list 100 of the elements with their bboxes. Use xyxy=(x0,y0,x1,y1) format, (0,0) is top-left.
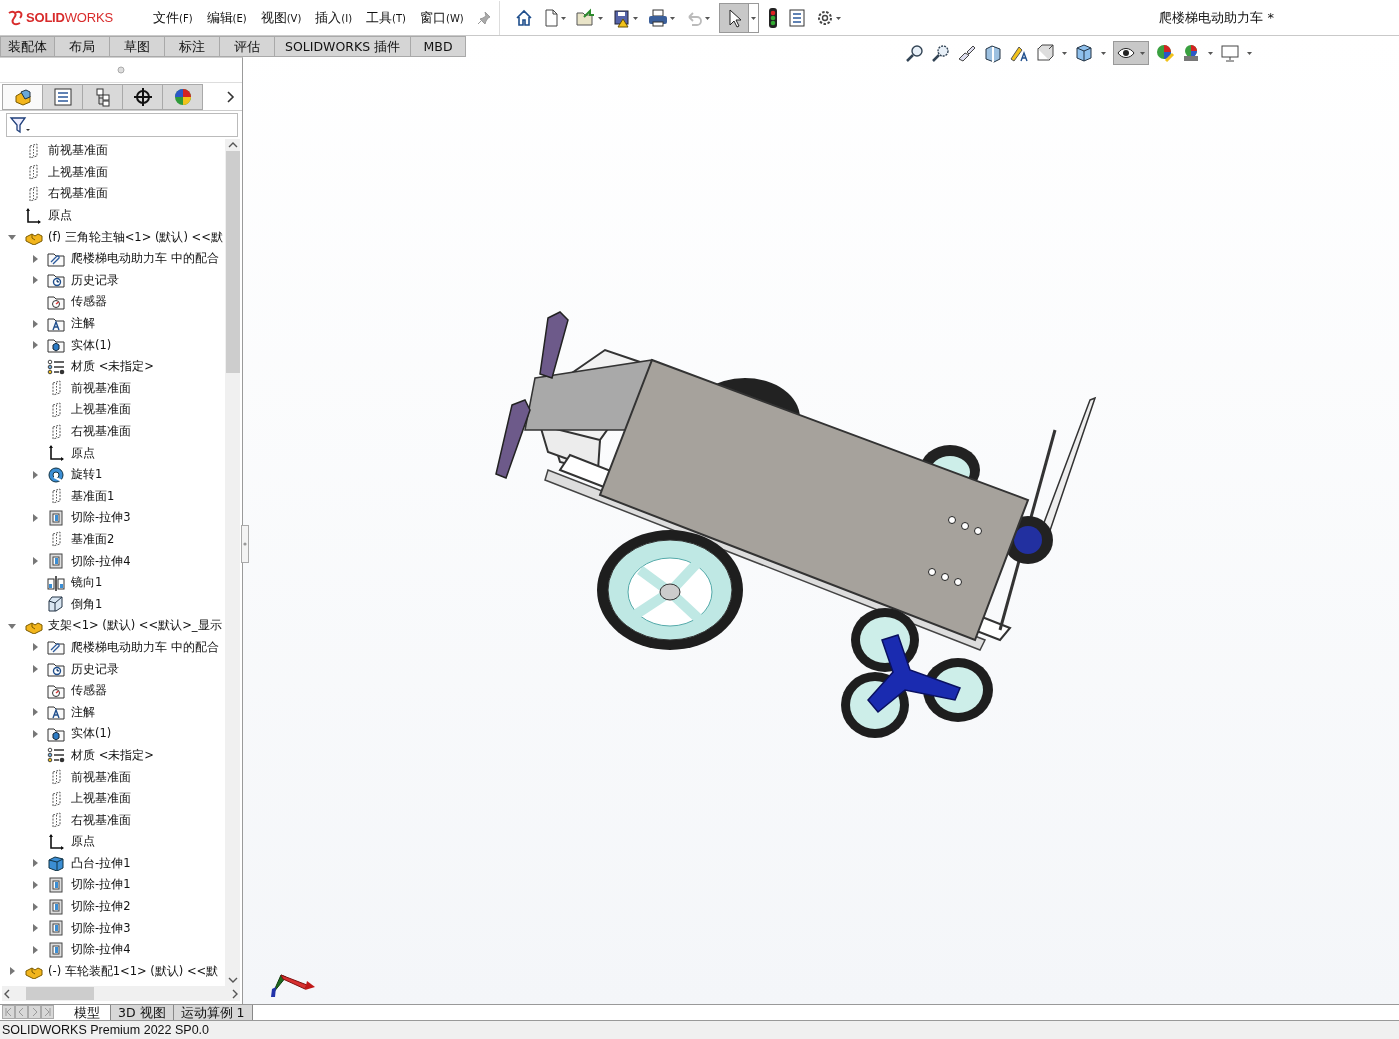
color-wheel-icon[interactable] xyxy=(172,87,193,107)
open-folder-icon[interactable] xyxy=(574,7,597,28)
expand-arrow-icon[interactable] xyxy=(31,276,39,285)
tree-item[interactable]: 基准面1 xyxy=(71,488,115,504)
expand-arrow-icon[interactable] xyxy=(31,341,39,350)
panel-collapse-handle-icon[interactable] xyxy=(241,525,249,563)
expand-arrow-icon[interactable] xyxy=(31,643,39,652)
tree-item[interactable]: 原点 xyxy=(71,834,95,850)
tree-item[interactable]: 前视基准面 xyxy=(71,769,131,785)
panel-tab[interactable] xyxy=(83,84,123,110)
hide-show-items-button[interactable] xyxy=(1113,41,1149,65)
command-tab[interactable]: MBD xyxy=(411,36,467,57)
tree-item[interactable]: 切除-拉伸2 xyxy=(71,899,131,915)
expand-arrow-icon[interactable] xyxy=(31,859,39,868)
tree-item[interactable]: 右视基准面 xyxy=(48,186,108,202)
tree-item[interactable]: 原点 xyxy=(71,445,95,461)
collapse-arrow-icon[interactable] xyxy=(8,621,16,630)
tree-item[interactable]: 倒角1 xyxy=(71,596,103,612)
display-style-icon[interactable] xyxy=(1074,43,1094,63)
tree-item[interactable]: 传感器 xyxy=(71,294,107,310)
crosshair-icon[interactable] xyxy=(132,87,153,107)
view-tab[interactable]: 运动算例 1 xyxy=(173,1005,253,1020)
tree-item[interactable]: 切除-拉伸3 xyxy=(71,510,131,526)
expand-arrow-icon[interactable] xyxy=(31,319,39,328)
tree-item[interactable]: 前视基准面 xyxy=(71,380,131,396)
expand-arrow-icon[interactable] xyxy=(31,924,39,933)
splitter-grip-icon[interactable] xyxy=(117,66,125,74)
menu-item[interactable]: 视图(V) xyxy=(253,8,309,27)
property-list-icon[interactable] xyxy=(52,87,73,107)
section-view-icon[interactable] xyxy=(983,43,1003,63)
expand-arrow-icon[interactable] xyxy=(31,881,39,889)
tree-item[interactable]: 材质 <未指定> xyxy=(71,359,154,375)
tree-item[interactable]: 切除-拉伸4 xyxy=(71,942,131,958)
expand-arrow-icon[interactable] xyxy=(31,708,39,717)
tree-item[interactable]: 旋转1 xyxy=(71,467,103,483)
pin-icon[interactable] xyxy=(476,10,491,25)
tree-item[interactable]: 凸台-拉伸1 xyxy=(71,855,131,871)
tree-item[interactable]: 历史记录 xyxy=(71,661,119,677)
expand-arrow-icon[interactable] xyxy=(31,729,39,738)
tree-item[interactable]: 上视基准面 xyxy=(71,791,131,807)
scrollbar-thumb[interactable] xyxy=(225,151,240,373)
menu-item[interactable]: 插入(I) xyxy=(308,8,360,27)
expand-arrow-icon[interactable] xyxy=(31,513,39,522)
feature-tree-icon[interactable] xyxy=(12,87,33,107)
menu-item[interactable]: 文件(F) xyxy=(146,8,200,27)
traffic-light-icon[interactable] xyxy=(766,6,779,29)
tree-item[interactable]: 支架<1> (默认) <<默认>_显示 xyxy=(48,618,222,634)
tree-item[interactable]: 注解 xyxy=(71,316,95,332)
previous-view-icon[interactable] xyxy=(957,43,977,63)
filter-field[interactable] xyxy=(6,113,238,137)
menu-item[interactable]: 编辑(E) xyxy=(199,8,254,27)
zoom-to-fit-icon[interactable] xyxy=(905,43,925,63)
tree-item[interactable]: 上视基准面 xyxy=(71,402,131,418)
tree-item[interactable]: (f) 三角轮主轴<1> (默认) <<默 xyxy=(48,229,223,245)
tree-item[interactable]: 传感器 xyxy=(71,683,107,699)
tree-item[interactable]: 历史记录 xyxy=(71,272,119,288)
expand-arrow-icon[interactable] xyxy=(8,967,16,976)
command-tab[interactable]: 草图 xyxy=(110,36,165,57)
command-tab[interactable]: 评估 xyxy=(220,36,275,57)
tree-item[interactable]: 实体(1) xyxy=(71,726,112,742)
tree-item[interactable]: 原点 xyxy=(48,208,72,224)
apply-scene-icon[interactable] xyxy=(1181,43,1201,63)
expand-arrow-icon[interactable] xyxy=(31,902,39,911)
tree-item[interactable]: 右视基准面 xyxy=(71,812,131,828)
save-icon[interactable] xyxy=(611,7,632,28)
expand-arrow-icon[interactable] xyxy=(31,470,39,479)
expand-arrow-icon[interactable] xyxy=(31,557,39,566)
expand-arrow-icon[interactable] xyxy=(31,665,39,674)
print-icon[interactable] xyxy=(646,7,669,28)
zoom-area-icon[interactable] xyxy=(931,43,951,63)
display-monitor-icon[interactable] xyxy=(1220,43,1240,63)
tree-item[interactable]: 镜向1 xyxy=(71,575,103,591)
command-tab[interactable]: 装配体 xyxy=(0,36,55,57)
tree-item[interactable]: 切除-拉伸1 xyxy=(71,877,131,893)
select-button[interactable] xyxy=(718,2,749,33)
command-tab[interactable]: 布局 xyxy=(55,36,110,57)
expand-arrow-icon[interactable] xyxy=(31,254,39,263)
collapse-arrow-icon[interactable] xyxy=(8,233,16,242)
command-tab[interactable]: SOLIDWORKS 插件 xyxy=(275,36,412,57)
tree-item[interactable]: 切除-拉伸3 xyxy=(71,920,131,936)
tree-item[interactable]: 注解 xyxy=(71,704,95,720)
scrollbar-thumb[interactable] xyxy=(26,987,94,1000)
view-tab[interactable]: 3D 视图 xyxy=(111,1005,174,1020)
view-orientation-icon[interactable] xyxy=(1035,43,1055,63)
tree-item[interactable]: 基准面2 xyxy=(71,532,115,547)
tree-item[interactable]: 前视基准面 xyxy=(48,143,108,159)
menu-item[interactable]: 窗口(W) xyxy=(413,8,471,27)
expand-arrow-icon[interactable] xyxy=(31,945,39,954)
panel-tab[interactable] xyxy=(123,84,163,110)
list-icon[interactable] xyxy=(786,7,807,28)
menu-item[interactable]: 工具(T) xyxy=(359,8,414,27)
tree-item[interactable]: 实体(1) xyxy=(71,337,112,353)
tree-item[interactable]: 上视基准面 xyxy=(48,164,108,180)
tree-item[interactable]: 右视基准面 xyxy=(71,424,131,439)
tree-item[interactable]: 爬楼梯电动助力车 中的配合 xyxy=(71,639,219,655)
tree-item[interactable]: (-) 车轮装配1<1> (默认) <<默 xyxy=(48,963,219,979)
edit-appearance-icon[interactable] xyxy=(1155,43,1175,63)
tree-item[interactable]: 爬楼梯电动助力车 中的配合 xyxy=(71,251,219,267)
tree-item[interactable]: 切除-拉伸4 xyxy=(71,553,131,569)
command-tab[interactable]: 标注 xyxy=(165,36,220,57)
